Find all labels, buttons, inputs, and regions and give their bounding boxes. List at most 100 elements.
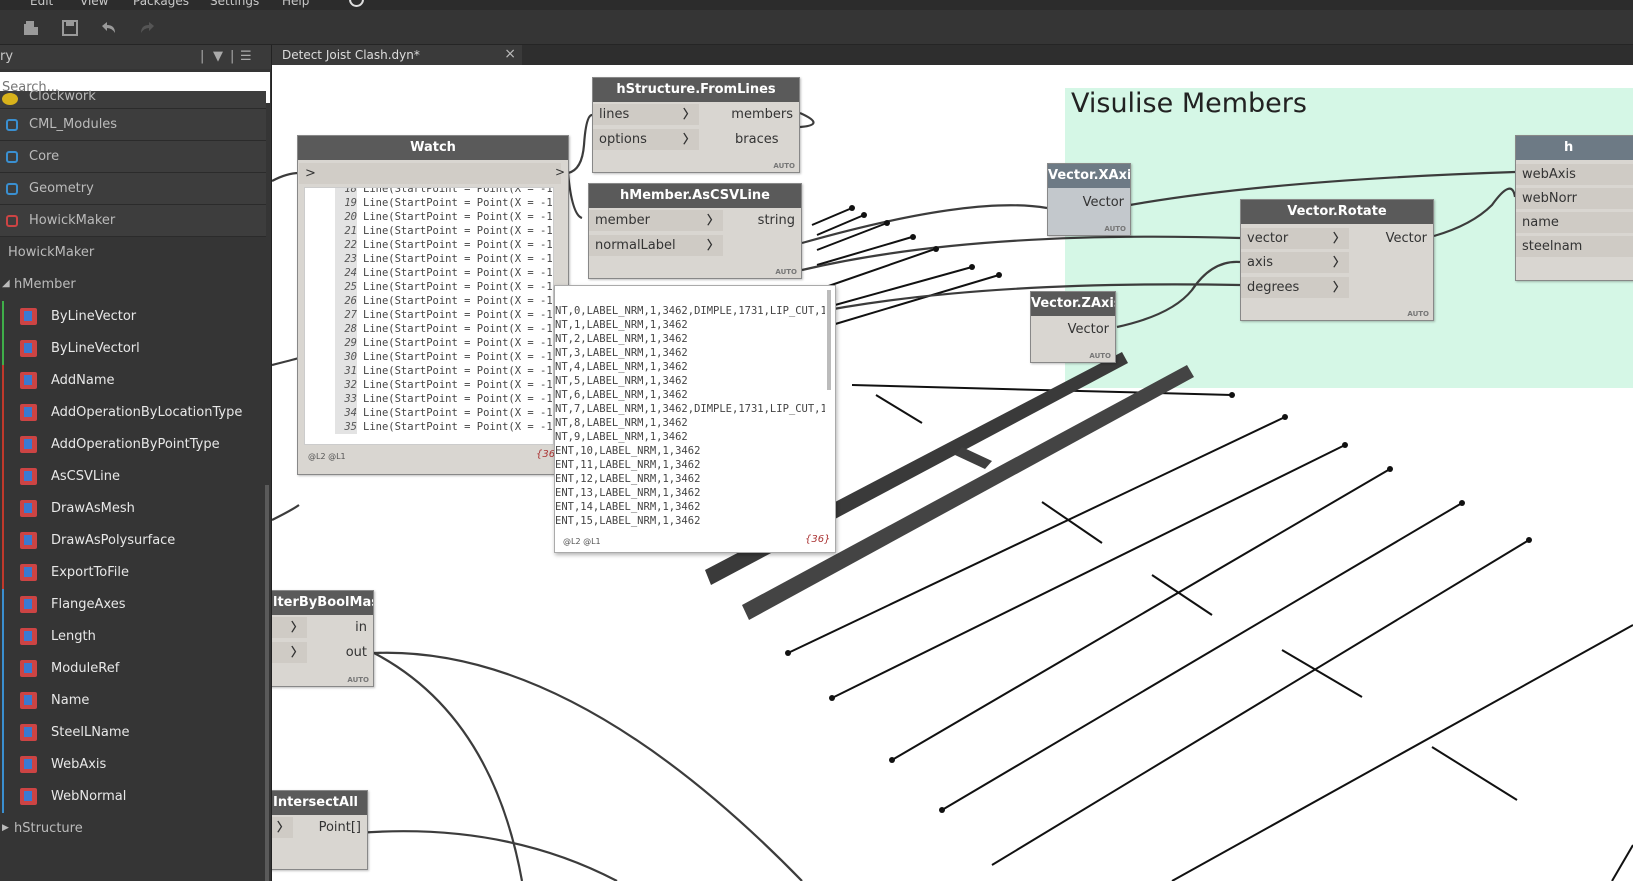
library-item[interactable]: AddName	[0, 365, 266, 397]
menu-view[interactable]: View	[80, 0, 108, 8]
library-item[interactable]: DrawAsMesh	[0, 493, 266, 525]
output-port-braces[interactable]: braces	[729, 129, 799, 150]
library-scrollbar[interactable]	[265, 485, 269, 881]
output-port-string[interactable]: string	[741, 210, 801, 231]
preview-scrollbar[interactable]	[827, 290, 831, 390]
category-label: Clockwork	[29, 89, 96, 104]
intersectall-node[interactable]: IntersectAll 〉 Point[]	[272, 790, 368, 870]
output-port-out[interactable]: out	[323, 642, 373, 663]
hmember-right-node[interactable]: h webAxis webNorr name steelnam	[1515, 135, 1633, 281]
input-port-axis[interactable]: axis 〉	[1241, 252, 1349, 273]
input-port-geometry[interactable]: 〉	[272, 817, 293, 838]
input-port-steelname[interactable]: steelnam	[1516, 236, 1633, 257]
library-item[interactable]: WebNormal	[0, 781, 266, 813]
library-item[interactable]: Length	[0, 621, 266, 653]
library-item[interactable]: AddOperationByLocationType	[0, 397, 266, 429]
howickmaker-node-icon	[20, 468, 37, 485]
library-item[interactable]: Name	[0, 685, 266, 717]
library-item[interactable]: DrawAsPolysurface	[0, 525, 266, 557]
redo-icon[interactable]	[138, 18, 158, 38]
category-color-bar	[2, 653, 4, 685]
menu-settings[interactable]: Settings	[210, 0, 259, 8]
auto-label: AUTO	[1089, 352, 1111, 360]
input-port-member[interactable]: member 〉	[589, 210, 723, 231]
library-item[interactable]: ByLineVector	[0, 301, 266, 333]
close-icon[interactable]: ×	[504, 46, 516, 62]
output-port-points[interactable]: Point[]	[307, 817, 367, 838]
open-icon[interactable]	[21, 18, 41, 38]
watch-output-port[interactable]: >	[555, 165, 565, 179]
vector-rotate-node[interactable]: Vector.Rotate vector 〉 axis 〉 degrees 〉 Vec…	[1240, 199, 1434, 321]
watch-node[interactable]: Watch > > 18 Line(StartPoint = Point(X = …	[297, 135, 569, 475]
vector-zaxis-node[interactable]: Vector.ZAxis Vector AUTO	[1030, 291, 1116, 363]
section-howickmaker[interactable]: HowickMaker	[0, 237, 266, 269]
line-text: Line(StartPoint = Point(X = -1	[363, 225, 553, 237]
library-item[interactable]: ExportToFile	[0, 557, 266, 589]
library-item[interactable]: AddOperationByPointType	[0, 429, 266, 461]
watch-preview[interactable]: 18 Line(StartPoint = Point(X = -1 19 Line(S…	[304, 187, 554, 445]
auto-label: AUTO	[347, 676, 369, 684]
menu-edit[interactable]: Edit	[30, 0, 53, 8]
hmember-ascsvline-node[interactable]: hMember.AsCSVLine member 〉 normalLabel 〉 s…	[588, 183, 802, 279]
menu-packages[interactable]: Packages	[133, 0, 189, 8]
category-color-bar	[2, 621, 4, 653]
vector-xaxis-node[interactable]: Vector.XAxis Vector AUTO	[1047, 163, 1131, 236]
watch-input-port[interactable]: >	[299, 163, 561, 184]
input-port-webaxis[interactable]: webAxis	[1516, 164, 1633, 185]
library-item-label: WebAxis	[51, 757, 107, 772]
output-port-vector[interactable]: Vector	[1070, 192, 1130, 213]
input-port-lines[interactable]: lines 〉	[593, 104, 699, 125]
line-index: 29	[335, 336, 357, 350]
workspace-canvas[interactable]: Visulise Members Watch > > 18 Line(Start…	[272, 65, 1633, 881]
category-clockwork[interactable]: Clockwork	[0, 89, 266, 109]
input-port-name[interactable]: name	[1516, 212, 1633, 233]
howickmaker-node-icon	[20, 788, 37, 805]
help-icon[interactable]	[349, 0, 364, 7]
library-item[interactable]: SteelLName	[0, 717, 266, 749]
input-port-normallabel[interactable]: normalLabel 〉	[589, 235, 723, 256]
library-item[interactable]: AsCSVLine	[0, 461, 266, 493]
library-item[interactable]: ByLineVectorl	[0, 333, 266, 365]
line-index: 22	[335, 238, 357, 252]
input-port-webnormal[interactable]: webNorr	[1516, 188, 1633, 209]
layout-divider-icon-2: |	[230, 49, 235, 64]
howickmaker-icon	[6, 215, 18, 227]
tab-detect-joist-clash[interactable]: Detect Joist Clash.dyn* ×	[272, 45, 522, 65]
input-port-mask[interactable]: 〉	[272, 642, 307, 663]
input-port-degrees[interactable]: degrees 〉	[1241, 277, 1349, 298]
library-item[interactable]: FlangeAxes	[0, 589, 266, 621]
library-item-label: AddName	[51, 373, 115, 388]
category-cml-modules[interactable]: CML_Modules	[0, 109, 266, 141]
undo-icon[interactable]	[98, 18, 118, 38]
line-index: 23	[335, 252, 357, 266]
save-icon[interactable]	[60, 18, 80, 38]
category-core[interactable]: Core	[0, 141, 266, 173]
output-port-members[interactable]: members	[729, 104, 799, 125]
category-color-bar	[2, 301, 4, 333]
toolbar	[0, 10, 1633, 45]
category-howickmaker[interactable]: HowickMaker	[0, 205, 266, 237]
list-view-icon[interactable]: ☰	[240, 49, 252, 64]
line-index: 20	[335, 210, 357, 224]
category-label: HowickMaker	[29, 213, 116, 228]
input-port-vector[interactable]: vector 〉	[1241, 228, 1349, 249]
category-geometry[interactable]: Geometry	[0, 173, 266, 205]
group-hstructure[interactable]: ▶ hStructure	[0, 813, 266, 845]
library-item-label: WebNormal	[51, 789, 127, 804]
library-item[interactable]: ModuleRef	[0, 653, 266, 685]
node-preview-popup[interactable]: NT,0,LABEL_NRM,1,3462,DIMPLE,1731,LIP_CU…	[554, 285, 836, 553]
library-item[interactable]: WebAxis	[0, 749, 266, 781]
output-port-in[interactable]: in	[323, 617, 373, 638]
input-port-list[interactable]: 〉	[272, 617, 307, 638]
filterbyboolmask-node[interactable]: lterByBoolMask 〉 〉 in out AUTO	[272, 590, 374, 687]
howickmaker-node-icon	[20, 564, 37, 581]
hstructure-fromlines-node[interactable]: hStructure.FromLines lines 〉 options 〉 mem…	[592, 77, 800, 173]
filter-icon[interactable]: ▼	[213, 49, 223, 64]
watch-line: 32 Line(StartPoint = Point(X = -1	[335, 378, 553, 392]
howickmaker-node-icon	[20, 756, 37, 773]
output-port-vector[interactable]: Vector	[1373, 228, 1433, 249]
group-hmember[interactable]: ◢ hMember	[0, 269, 266, 301]
output-port-vector[interactable]: Vector	[1055, 319, 1115, 340]
menu-help[interactable]: Help	[282, 0, 309, 8]
input-port-options[interactable]: options 〉	[593, 129, 699, 150]
